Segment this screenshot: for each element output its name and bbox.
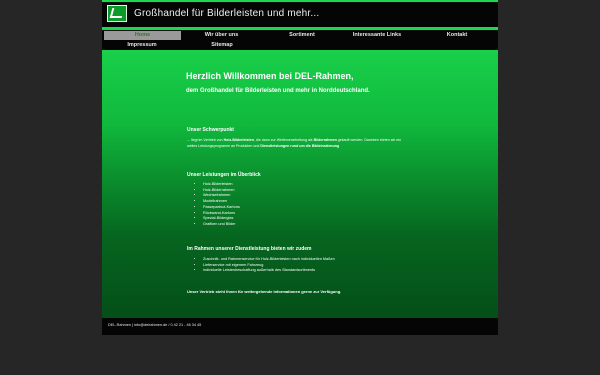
focus-bold-2: Bilderrahmen [313, 138, 337, 142]
nav-item-impressum[interactable]: Impressum [112, 41, 172, 50]
focus-paragraph: ... liegt im Vertrieb von Holz-Bilderlei… [187, 138, 407, 149]
nav-item-sortiment[interactable]: Sortiment [277, 31, 327, 40]
nav-item-kontakt[interactable]: Kontakt [437, 31, 477, 40]
logo-mark [109, 8, 125, 18]
focus-title: Unser Schwerpunkt [187, 127, 234, 133]
focus-text-2: , die dann zur Weiterverarbeitung als [253, 138, 314, 142]
service-title: Im Rahmen unserer Dienstleistung bieten … [187, 246, 312, 252]
closing-note: Unser Vertrieb steht Ihnen für weitergeh… [187, 289, 342, 294]
nav-item-wir-ueber-uns[interactable]: Wir über uns [194, 31, 249, 40]
focus-bold-1: Holz-Bilderleisten [223, 138, 254, 142]
logo[interactable] [107, 5, 127, 22]
focus-text-1: ... liegt im Vertrieb von [187, 138, 224, 142]
list-item: Zuschnitt- und Rahmenservice für Holz-Bi… [203, 257, 335, 263]
top-accent-bar [102, 0, 498, 2]
nav-item-sitemap[interactable]: Sitemap [197, 41, 247, 50]
nav-item-home[interactable]: Home [104, 31, 181, 40]
main-navigation: Home Wir über uns Sortiment Interessante… [102, 31, 498, 50]
overview-title: Unser Leistungen im Überblick [187, 172, 261, 178]
list-item: Grafiken und Bilder [203, 222, 240, 228]
header-accent-bar [102, 27, 498, 30]
site-tagline: Großhandel für Bilderleisten und mehr... [134, 8, 320, 19]
welcome-heading: Herzlich Willkommen bei DEL-Rahmen, [186, 71, 354, 81]
overview-list: Holz-Bilderleisten Holz-Bilderrahmen Wec… [195, 182, 240, 228]
list-item: Passepartout-Kartons [203, 205, 240, 211]
welcome-subheading: dem Großhandel für Bilderleisten und meh… [186, 88, 370, 94]
service-list: Zuschnitt- und Rahmenservice für Holz-Bi… [195, 257, 335, 274]
list-item: individuelle Leistenbeschaffung außerhal… [203, 268, 335, 274]
footer-contact[interactable]: DEL-Rahmen | info@delrahmen.de / 0 42 21… [108, 323, 201, 327]
focus-bold-3: Dienstleistungen rund um die Bildeinrahm… [260, 143, 340, 148]
nav-item-interessante-links[interactable]: Interessante Links [337, 31, 417, 40]
